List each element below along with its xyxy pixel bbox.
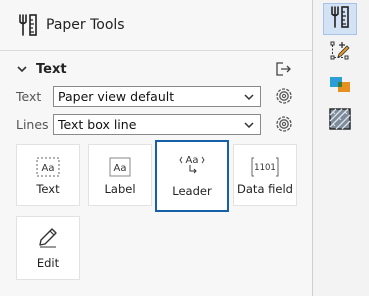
label-icon-glyph: Aa (114, 163, 127, 174)
svg-text:1101: 1101 (254, 163, 276, 173)
gear-icon[interactable] (275, 115, 293, 133)
lines-style-select[interactable]: Text box line (53, 113, 261, 135)
tool-text-label: Text (36, 182, 60, 196)
tool-edit-label: Edit (36, 256, 60, 270)
text-section-header[interactable]: Text (0, 58, 312, 80)
text-style-label: Text (16, 88, 42, 104)
section-label: Text (36, 61, 67, 77)
tool-text[interactable]: Aa Text (16, 144, 80, 206)
lines-style-row: Lines Text box line (0, 112, 312, 136)
layers-color-icon (328, 73, 352, 101)
leader-icon: Aa (157, 151, 227, 175)
data-field-icon: 1101 (234, 155, 296, 179)
right-tool-rail (313, 0, 369, 296)
tool-data-field-label: Data field (237, 182, 293, 196)
panel-title: Paper Tools (46, 17, 125, 33)
rail-hatch-pattern[interactable] (323, 105, 357, 137)
text-style-value: Paper view default (58, 88, 175, 104)
tool-edit[interactable]: Edit (16, 216, 80, 280)
export-icon[interactable] (274, 60, 292, 78)
tool-label[interactable]: Aa Label (88, 144, 152, 206)
rail-layers-color[interactable] (323, 71, 357, 103)
paper-tools-panel: Paper Tools Text Text Paper view default (0, 0, 313, 296)
tool-data-field[interactable]: 1101 Data field (233, 144, 297, 206)
text-box-icon-glyph: Aa (42, 163, 55, 174)
panel-header: Paper Tools (0, 0, 312, 51)
text-style-select[interactable]: Paper view default (53, 85, 261, 107)
pencil-icon (17, 225, 79, 249)
chevron-down-icon (243, 91, 255, 103)
gear-icon[interactable] (275, 87, 293, 105)
paper-tools-icon (329, 5, 351, 33)
shape-edit-icon (328, 39, 352, 67)
chevron-down-icon (243, 119, 255, 131)
hatch-pattern-icon (328, 107, 352, 135)
text-box-icon: Aa (17, 155, 79, 179)
tool-leader-label: Leader (172, 184, 212, 198)
chevron-down-icon[interactable] (15, 62, 29, 76)
rail-paper-tools[interactable] (323, 3, 357, 35)
tool-leader[interactable]: Aa Leader (155, 140, 229, 212)
paper-tools-icon (16, 12, 40, 38)
svg-text:Aa: Aa (186, 155, 199, 166)
lines-style-label: Lines (16, 116, 49, 132)
rail-shape-edit[interactable] (323, 37, 357, 69)
lines-style-value: Text box line (58, 116, 137, 132)
text-style-row: Text Paper view default (0, 84, 312, 108)
tool-label-label: Label (104, 182, 136, 196)
label-icon: Aa (89, 155, 151, 179)
